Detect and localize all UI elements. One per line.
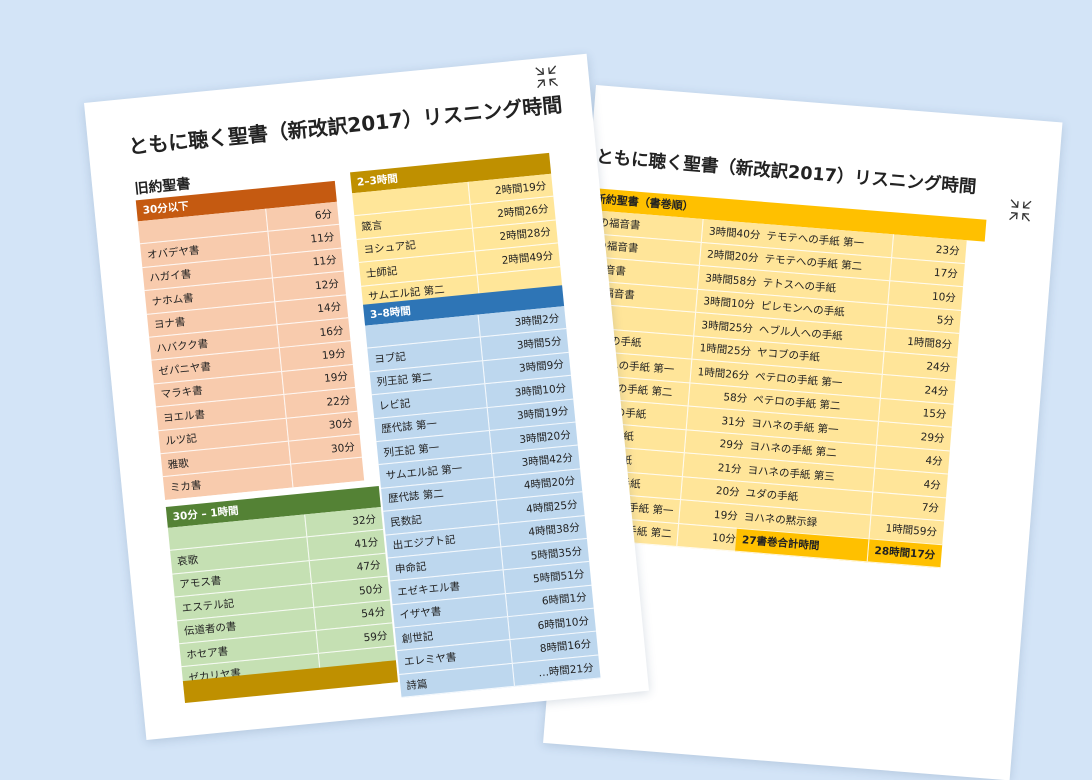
logo-icon [1009,199,1032,222]
old-testament-sheet: ともに聴く聖書（新改訳2017）リスニング時間 旧約聖書 30分以下 6分 オバデ… [84,53,650,740]
group-table-2-3h: 2–3時間 2時間19分 箴言 2時間26分 ヨシュア記 2時間28分 士師記 2時間49分… [350,152,563,310]
new-testament-table-right: テモテへの手紙 第一 23分 テモテへの手紙 第二 17分 テトスへの手紙 10分 ピレモン… [735,223,967,568]
old-testament-heading: 旧約聖書 [133,176,192,198]
doc-title: ともに聴く聖書（新改訳2017）リスニング時間 [127,92,564,159]
listening-time: 10分 [677,523,743,552]
group-table-3-8h: 3–8時間 3時間2分 ヨブ記 3時間5分 列王記 第二 3時間9分 レビ記 3時間10分歴… [363,285,601,698]
total-time: 28時間17分 [867,538,943,568]
group-table-30min: 30分以下 6分 オバデヤ書 11分 ハガイ書 11分 ナホム書 12分 ヨナ書 14分 ハバクク… [135,180,365,501]
doc-title: ともに聴く聖書（新改訳2017）リスニング時間 [595,147,977,198]
logo-icon [535,65,558,89]
group-table-30min-1h: 30分 – 1時間 32分 哀歌 41分 アモス書 47分 エステル記 50分 伝道者の書 54… [165,486,397,691]
